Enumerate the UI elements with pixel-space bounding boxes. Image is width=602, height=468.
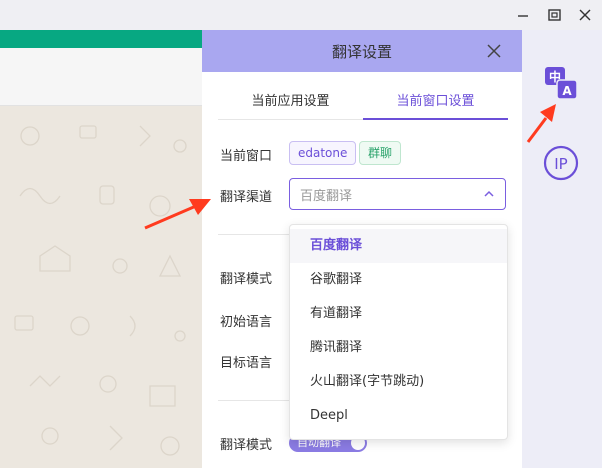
maximize-icon[interactable] [544, 4, 566, 26]
window-close-icon[interactable] [574, 4, 596, 26]
channel-label: 翻译渠道 [220, 190, 273, 205]
mode-label: 翻译模式 [220, 272, 273, 287]
dropdown-option-tencent[interactable]: 腾讯翻译 [290, 331, 507, 365]
settings-tabs: 当前应用设置 当前窗口设置 [218, 88, 508, 120]
mode-label-2: 翻译模式 [220, 438, 273, 453]
window-tag-group-chat: 群聊 [359, 141, 402, 165]
channel-dropdown: 百度翻译 谷歌翻译 有道翻译 腾讯翻译 火山翻译(字节跳动) Deepl [289, 224, 508, 440]
source-lang-label: 初始语言 [220, 315, 273, 330]
dropdown-option-baidu[interactable]: 百度翻译 [290, 229, 507, 263]
chevron-up-icon [483, 188, 495, 200]
chat-background [0, 106, 202, 468]
panel-title: 翻译设置 [331, 42, 392, 61]
window-titlebar [0, 0, 602, 30]
tab-current-app[interactable]: 当前应用设置 [218, 88, 363, 119]
channel-select[interactable]: 百度翻译 [289, 178, 506, 210]
current-window-label: 当前窗口 [220, 149, 273, 164]
translate-icon[interactable]: 中 A [542, 64, 580, 102]
dropdown-option-deepl[interactable]: Deepl [290, 399, 507, 433]
target-lang-label: 目标语言 [220, 356, 273, 371]
dropdown-option-volcano[interactable]: 火山翻译(字节跳动) [290, 365, 507, 399]
dropdown-option-google[interactable]: 谷歌翻译 [290, 263, 507, 297]
close-icon[interactable] [484, 41, 504, 61]
window-tag-edatone: edatone [289, 141, 357, 165]
channel-select-value: 百度翻译 [300, 188, 353, 204]
ip-icon-text: IP [554, 155, 567, 173]
chat-header [0, 48, 202, 106]
tab-current-window[interactable]: 当前窗口设置 [363, 88, 508, 120]
ip-icon[interactable]: IP [542, 144, 580, 182]
panel-header: 翻译设置 [202, 30, 522, 72]
translate-icon-bottom-glyph: A [562, 84, 572, 98]
minimize-icon[interactable] [512, 4, 534, 26]
app-top-strip [0, 30, 202, 48]
dropdown-option-youdao[interactable]: 有道翻译 [290, 297, 507, 331]
right-sidebar: 中 A IP [522, 30, 602, 468]
